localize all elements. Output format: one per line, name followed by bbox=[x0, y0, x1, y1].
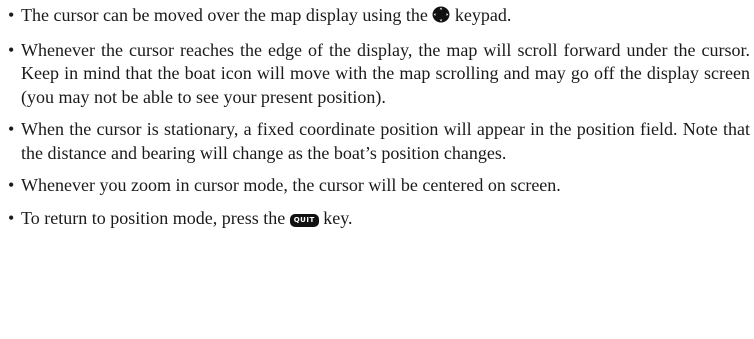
list-item: • The cursor can be moved over the map d… bbox=[8, 4, 750, 30]
bullet-marker: • bbox=[8, 207, 15, 228]
keypad-arrow-icon bbox=[432, 6, 450, 30]
manual-page: • The cursor can be moved over the map d… bbox=[0, 0, 754, 339]
bullet-text: Whenever you zoom in cursor mode, the cu… bbox=[21, 175, 561, 195]
bullet-text-after: keypad. bbox=[454, 5, 512, 25]
list-item: • To return to position mode, press the … bbox=[8, 207, 750, 231]
bullet-marker: • bbox=[8, 119, 15, 139]
bullet-marker: • bbox=[8, 39, 15, 60]
list-item: • Whenever you zoom in cursor mode, the … bbox=[8, 174, 750, 198]
bullet-text: Whenever the cursor reaches the edge of … bbox=[21, 39, 750, 107]
list-item: • Whenever the cursor reaches the edge o… bbox=[8, 39, 750, 110]
quit-key-icon: QUIT bbox=[289, 213, 319, 227]
bullet-marker: • bbox=[8, 175, 15, 195]
bullet-text: When the cursor is stationary, a fixed c… bbox=[21, 119, 750, 163]
list-item: • When the cursor is stationary, a fixed… bbox=[8, 118, 750, 165]
bullet-text-before: The cursor can be moved over the map dis… bbox=[21, 5, 428, 25]
bullet-marker: • bbox=[8, 5, 15, 25]
bullet-text-before: To return to position mode, press the bbox=[21, 207, 286, 228]
bullet-text-after: key. bbox=[323, 207, 353, 228]
bullet-list: • The cursor can be moved over the map d… bbox=[8, 4, 750, 230]
